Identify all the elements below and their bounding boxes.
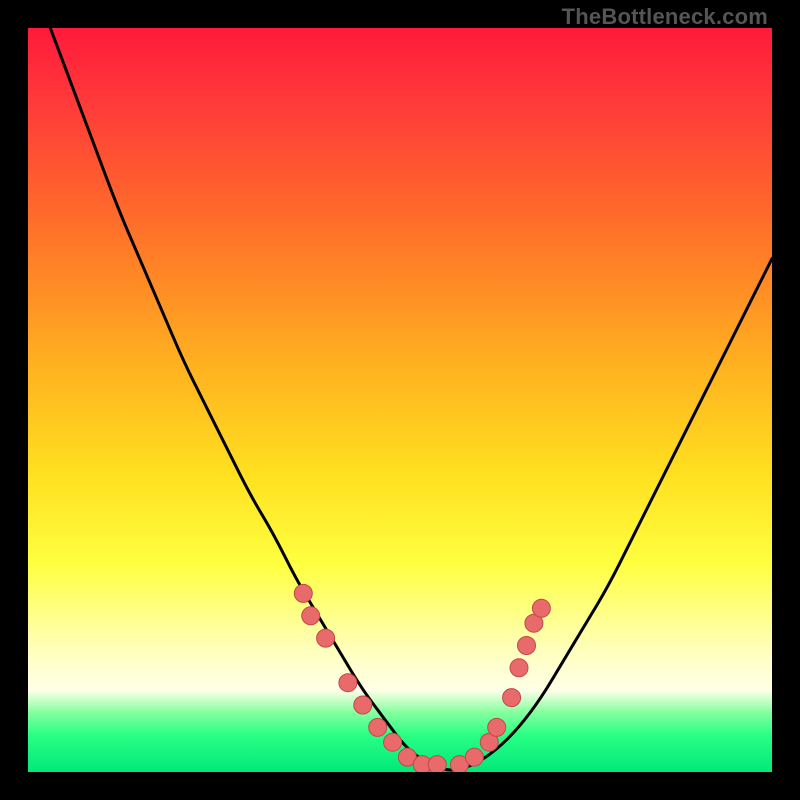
data-marker (518, 637, 536, 655)
data-marker (503, 689, 521, 707)
data-marker (354, 696, 372, 714)
bottleneck-curve-path (50, 28, 772, 770)
data-marker (302, 607, 320, 625)
data-marker (510, 659, 528, 677)
curve-layer (28, 28, 772, 772)
data-marker (384, 733, 402, 751)
data-marker (428, 756, 446, 772)
data-marker (294, 584, 312, 602)
data-marker (532, 599, 550, 617)
data-marker (465, 748, 483, 766)
watermark-text: TheBottleneck.com (562, 4, 768, 30)
plot-area (28, 28, 772, 772)
data-marker (339, 674, 357, 692)
chart-frame (28, 28, 772, 772)
data-marker (369, 718, 387, 736)
data-marker (488, 718, 506, 736)
data-marker (317, 629, 335, 647)
